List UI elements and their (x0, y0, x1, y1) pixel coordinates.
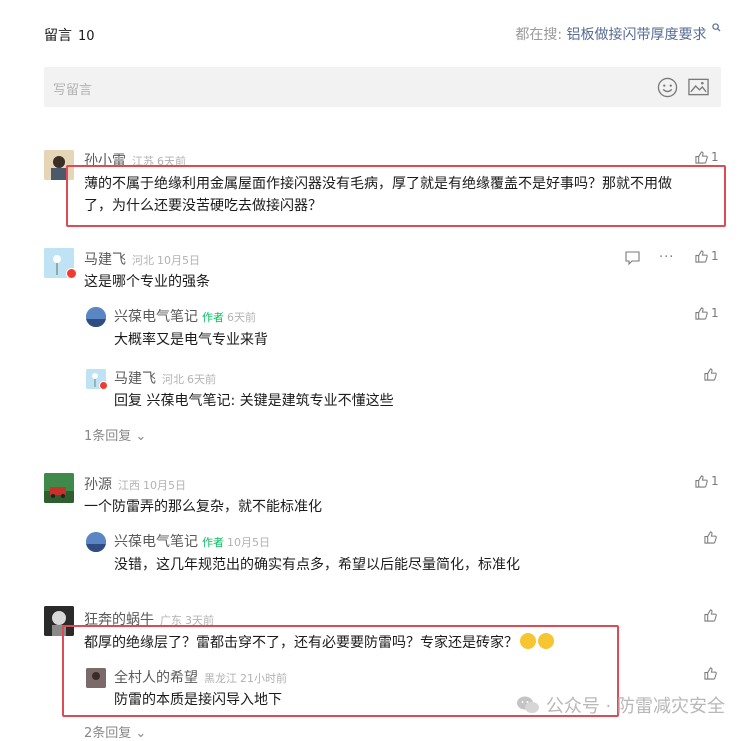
avatar[interactable] (86, 532, 106, 552)
wechat-icon (516, 696, 539, 713)
chevron-down-icon: ⌄ (131, 726, 147, 741)
reply-time: 6天前 (187, 373, 216, 386)
watermark: 公众号 · 防雷减灾安全 (516, 692, 725, 718)
comment-author[interactable]: 马建飞 河北 10月5日 (84, 249, 200, 269)
image-icon[interactable] (688, 78, 709, 100)
comments-title: 留言 (44, 28, 72, 44)
thumbs-up-icon (695, 306, 708, 320)
comment-region: 河北 (132, 254, 154, 267)
like-count: 1 (711, 474, 719, 488)
author-badge: 作者 (202, 536, 224, 549)
like-button[interactable] (704, 667, 717, 680)
emoji-icon[interactable] (657, 77, 678, 102)
reply-text: 大概率又是电气专业来背 (114, 332, 268, 348)
thumbs-up-icon (695, 474, 708, 488)
search-icon (712, 20, 721, 36)
comment-text: 这是哪个专业的强条 (84, 274, 210, 290)
chevron-down-icon: ⌄ (131, 429, 147, 444)
reply-time: 6天前 (227, 311, 256, 324)
watermark-text: 公众号 · 防雷减灾安全 (545, 696, 725, 717)
nickname[interactable]: 兴葆电气笔记 (114, 309, 198, 325)
comment-region: 江西 (118, 479, 140, 492)
like-button[interactable]: 1 (695, 150, 719, 164)
comment-input[interactable]: 写留言 (44, 67, 721, 107)
thumbs-up-icon (704, 531, 717, 544)
avatar[interactable] (86, 307, 106, 327)
comment-author[interactable]: 孙源 江西 10月5日 (84, 474, 186, 494)
reply-region: 河北 (162, 373, 184, 386)
thumbs-up-icon (704, 609, 717, 622)
unread-dot (66, 268, 77, 279)
like-button[interactable] (704, 368, 717, 381)
reply-author[interactable]: 兴葆电气笔记 作者 10月5日 (114, 531, 270, 551)
thumbs-up-icon (704, 667, 717, 680)
expand-replies-button[interactable]: 1条回复 ⌄ (84, 425, 146, 444)
reply-count: 1条回复 (84, 429, 132, 444)
highlight-box (66, 165, 726, 227)
reply-author[interactable]: 马建飞 河北 6天前 (114, 368, 216, 388)
comment-input-placeholder: 写留言 (53, 83, 93, 98)
reply-text: 没错，这几年规范出的确实有点多，希望以后能尽量简化，标准化 (114, 557, 520, 573)
reply-text: 回复 兴葆电气笔记: 关键是建筑专业不懂这些 (114, 393, 394, 409)
comment-time: 10月5日 (157, 254, 200, 267)
thumbs-up-icon (704, 368, 717, 381)
reply-author[interactable]: 兴葆电气笔记 作者 6天前 (114, 306, 256, 326)
comments-count: 10 (78, 29, 95, 44)
thumbs-up-icon (695, 150, 708, 164)
comments-header: 留言 10 (44, 25, 95, 45)
nickname[interactable]: 马建飞 (114, 371, 156, 387)
like-button[interactable]: 1 (695, 249, 719, 263)
like-button[interactable] (704, 609, 717, 622)
like-count: 1 (711, 306, 719, 320)
unread-dot (99, 381, 108, 390)
more-icon[interactable]: ··· (659, 250, 674, 265)
comment-time: 10月5日 (143, 479, 186, 492)
like-button[interactable]: 1 (695, 306, 719, 320)
reply-time: 10月5日 (227, 536, 270, 549)
nickname[interactable]: 兴葆电气笔记 (114, 534, 198, 550)
search-prefix: 都在搜: (515, 27, 563, 43)
nickname[interactable]: 孙源 (84, 477, 112, 493)
avatar[interactable] (44, 473, 74, 503)
reply-icon[interactable] (625, 250, 640, 269)
comment-text: 一个防雷弄的那么复杂，就不能标准化 (84, 499, 322, 515)
like-count: 1 (711, 150, 719, 164)
like-button[interactable]: 1 (695, 474, 719, 488)
author-badge: 作者 (202, 311, 224, 324)
like-button[interactable] (704, 531, 717, 544)
like-count: 1 (711, 249, 719, 263)
expand-replies-button[interactable]: 2条回复 ⌄ (84, 722, 146, 741)
search-keyword-link[interactable]: 铝板做接闪带厚度要求 (567, 27, 707, 43)
thumbs-up-icon (695, 249, 708, 263)
nickname[interactable]: 马建飞 (84, 252, 126, 268)
search-suggestion[interactable]: 都在搜: 铝板做接闪带厚度要求 (515, 23, 721, 44)
reply-count: 2条回复 (84, 726, 132, 741)
